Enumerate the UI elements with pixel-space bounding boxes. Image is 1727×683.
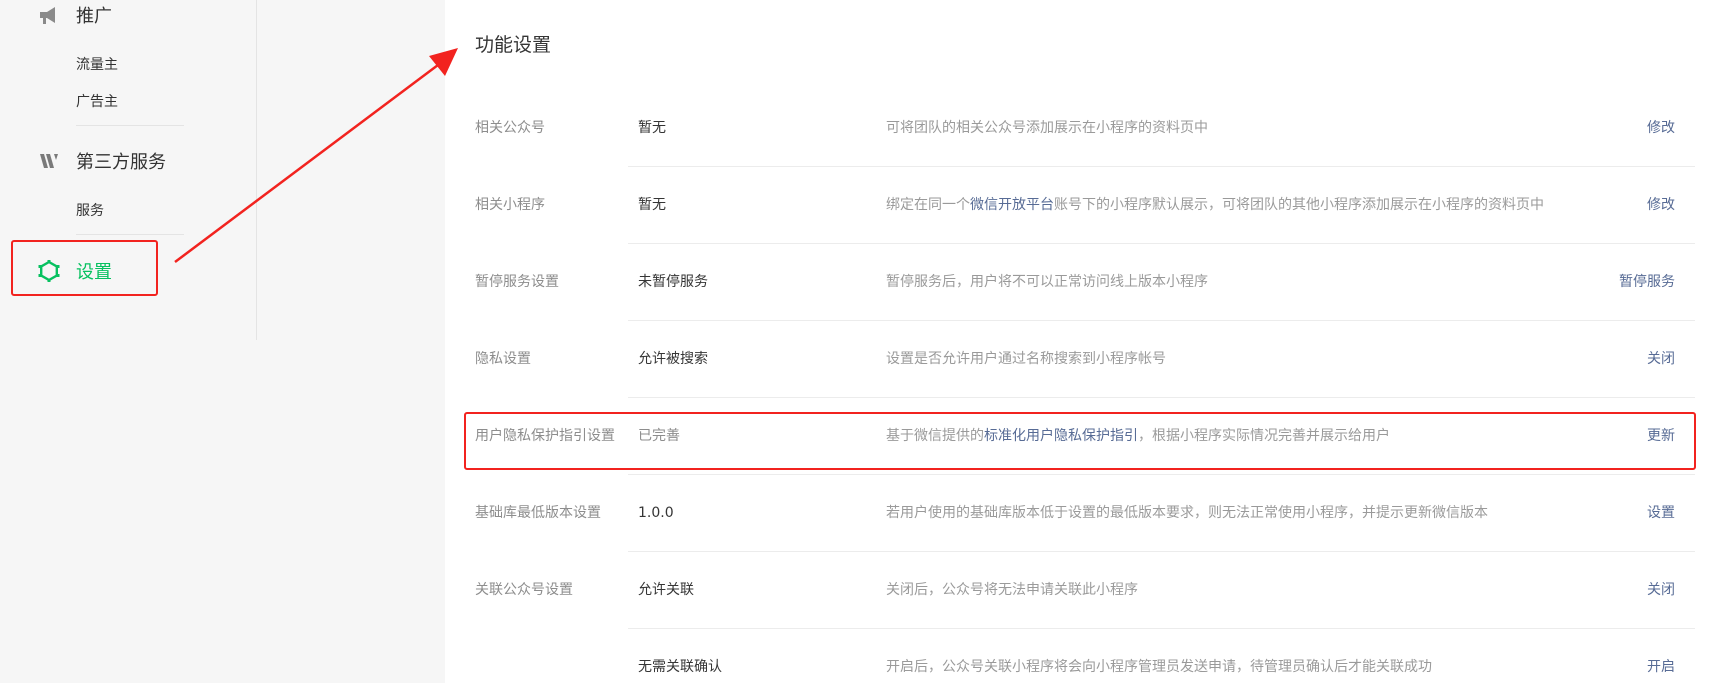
annotation-arrow [174, 48, 458, 264]
page: 推广 流量主 广告主 第三方服务 服务 设置 功能设置 相关公众号 暂无 可将团… [0, 0, 1727, 683]
